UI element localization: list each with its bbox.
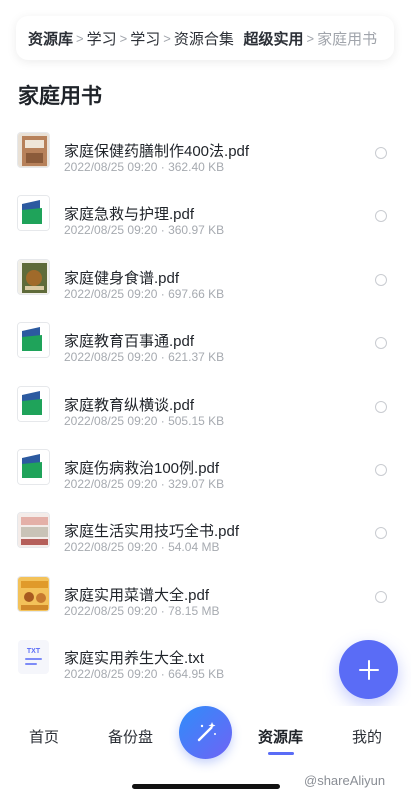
book-cover-orange-icon: [17, 575, 50, 612]
breadcrumb-separator: >: [119, 30, 128, 46]
file-meta: 2022/08/25 09:20 · 54.04 MB: [64, 540, 220, 555]
select-radio[interactable]: [375, 590, 387, 603]
list-item[interactable]: 家庭生活实用技巧全书.pdf 2022/08/25 09:20 · 54.04 …: [0, 498, 411, 561]
select-radio[interactable]: [375, 147, 387, 159]
list-item[interactable]: 家庭伤病救治100例.pdf 2022/08/25 09:20 · 329.07…: [0, 435, 411, 498]
file-meta: 2022/08/25 09:20 · 664.95 KB: [64, 667, 225, 682]
magic-button[interactable]: [179, 706, 232, 759]
file-meta: 2022/08/25 09:20 · 362.40 KB: [64, 160, 225, 174]
breadcrumb-separator: >: [76, 30, 84, 46]
file-meta: 2022/08/25 09:20 · 621.37 KB: [64, 350, 225, 365]
file-meta: 2022/08/25 09:20 · 329.07 KB: [64, 476, 225, 491]
active-tab-indicator: [268, 752, 294, 755]
breadcrumb-item[interactable]: 学习: [87, 28, 117, 49]
tab-resource-library[interactable]: 资源库: [258, 726, 303, 747]
breadcrumb-separator: >: [306, 30, 315, 46]
home-indicator: [132, 784, 280, 789]
breadcrumb-separator: >: [163, 30, 171, 46]
magic-wand-icon: [197, 721, 216, 741]
watermark: @shareAliyun: [304, 773, 386, 788]
list-item[interactable]: 家庭急救与护理.pdf 2022/08/25 09:20 · 360.97 KB: [0, 181, 411, 244]
select-radio[interactable]: [375, 337, 387, 350]
pdf-icon: [17, 448, 50, 485]
book-cover-pink-icon: [17, 512, 50, 549]
plus-icon: [358, 659, 379, 680]
book-cover-green-icon: [17, 258, 50, 295]
breadcrumb: 资源库 > 学习 > 学习 > 资源合集 超级实用 > 家庭用书: [16, 16, 394, 60]
file-meta: 2022/08/25 09:20 · 360.97 KB: [64, 223, 225, 238]
file-name: 家庭伤病救治100例.pdf: [64, 459, 220, 477]
breadcrumb-item[interactable]: 学习: [130, 28, 160, 49]
page-title: 家庭用书: [18, 85, 102, 108]
book-cover-brown-icon: [17, 132, 50, 168]
tab-backup[interactable]: 备份盘: [108, 726, 153, 747]
file-name: 家庭急救与护理.pdf: [64, 206, 195, 224]
file-list: 家庭保健药膳制作400法.pdf 2022/08/25 09:20 · 362.…: [0, 118, 411, 689]
select-radio[interactable]: [375, 463, 387, 476]
pdf-icon: [17, 385, 50, 422]
txt-icon: TXT: [17, 639, 50, 676]
file-name: 家庭教育纵横谈.pdf: [64, 396, 195, 414]
file-name: 家庭实用菜谱大全.pdf: [64, 586, 210, 604]
pdf-icon: [17, 195, 50, 232]
list-item[interactable]: 家庭实用菜谱大全.pdf 2022/08/25 09:20 · 78.15 MB: [0, 562, 411, 625]
list-item[interactable]: 家庭健身食谱.pdf 2022/08/25 09:20 · 697.66 KB: [0, 245, 411, 308]
file-name: 家庭健身食谱.pdf: [64, 269, 180, 287]
breadcrumb-item-current: 家庭用书: [317, 30, 378, 48]
select-radio[interactable]: [375, 273, 387, 286]
list-item[interactable]: 家庭教育纵横谈.pdf 2022/08/25 09:20 · 505.15 KB: [0, 372, 411, 435]
select-radio[interactable]: [375, 527, 387, 540]
list-item[interactable]: 家庭教育百事通.pdf 2022/08/25 09:20 · 621.37 KB: [0, 308, 411, 371]
svg-text:TXT: TXT: [27, 648, 41, 655]
add-button[interactable]: [339, 640, 398, 699]
file-name: 家庭教育百事通.pdf: [64, 333, 195, 351]
list-item[interactable]: 家庭保健药膳制作400法.pdf 2022/08/25 09:20 · 362.…: [0, 118, 411, 181]
file-name: 家庭保健药膳制作400法.pdf: [64, 143, 250, 160]
breadcrumb-item-root[interactable]: 资源库: [28, 28, 73, 49]
tab-me[interactable]: 我的: [352, 726, 382, 747]
select-radio[interactable]: [375, 210, 387, 223]
file-meta: 2022/08/25 09:20 · 78.15 MB: [64, 603, 220, 618]
breadcrumb-item[interactable]: 超级实用: [243, 28, 303, 49]
file-meta: 2022/08/25 09:20 · 697.66 KB: [64, 286, 225, 301]
select-radio[interactable]: [375, 400, 387, 413]
file-name: 家庭实用养生大全.txt: [64, 650, 205, 668]
file-meta: 2022/08/25 09:20 · 505.15 KB: [64, 413, 225, 428]
tab-home[interactable]: 首页: [29, 726, 59, 747]
file-name: 家庭生活实用技巧全书.pdf: [64, 523, 240, 541]
pdf-icon: [17, 322, 50, 359]
breadcrumb-item[interactable]: 资源合集: [174, 28, 234, 49]
